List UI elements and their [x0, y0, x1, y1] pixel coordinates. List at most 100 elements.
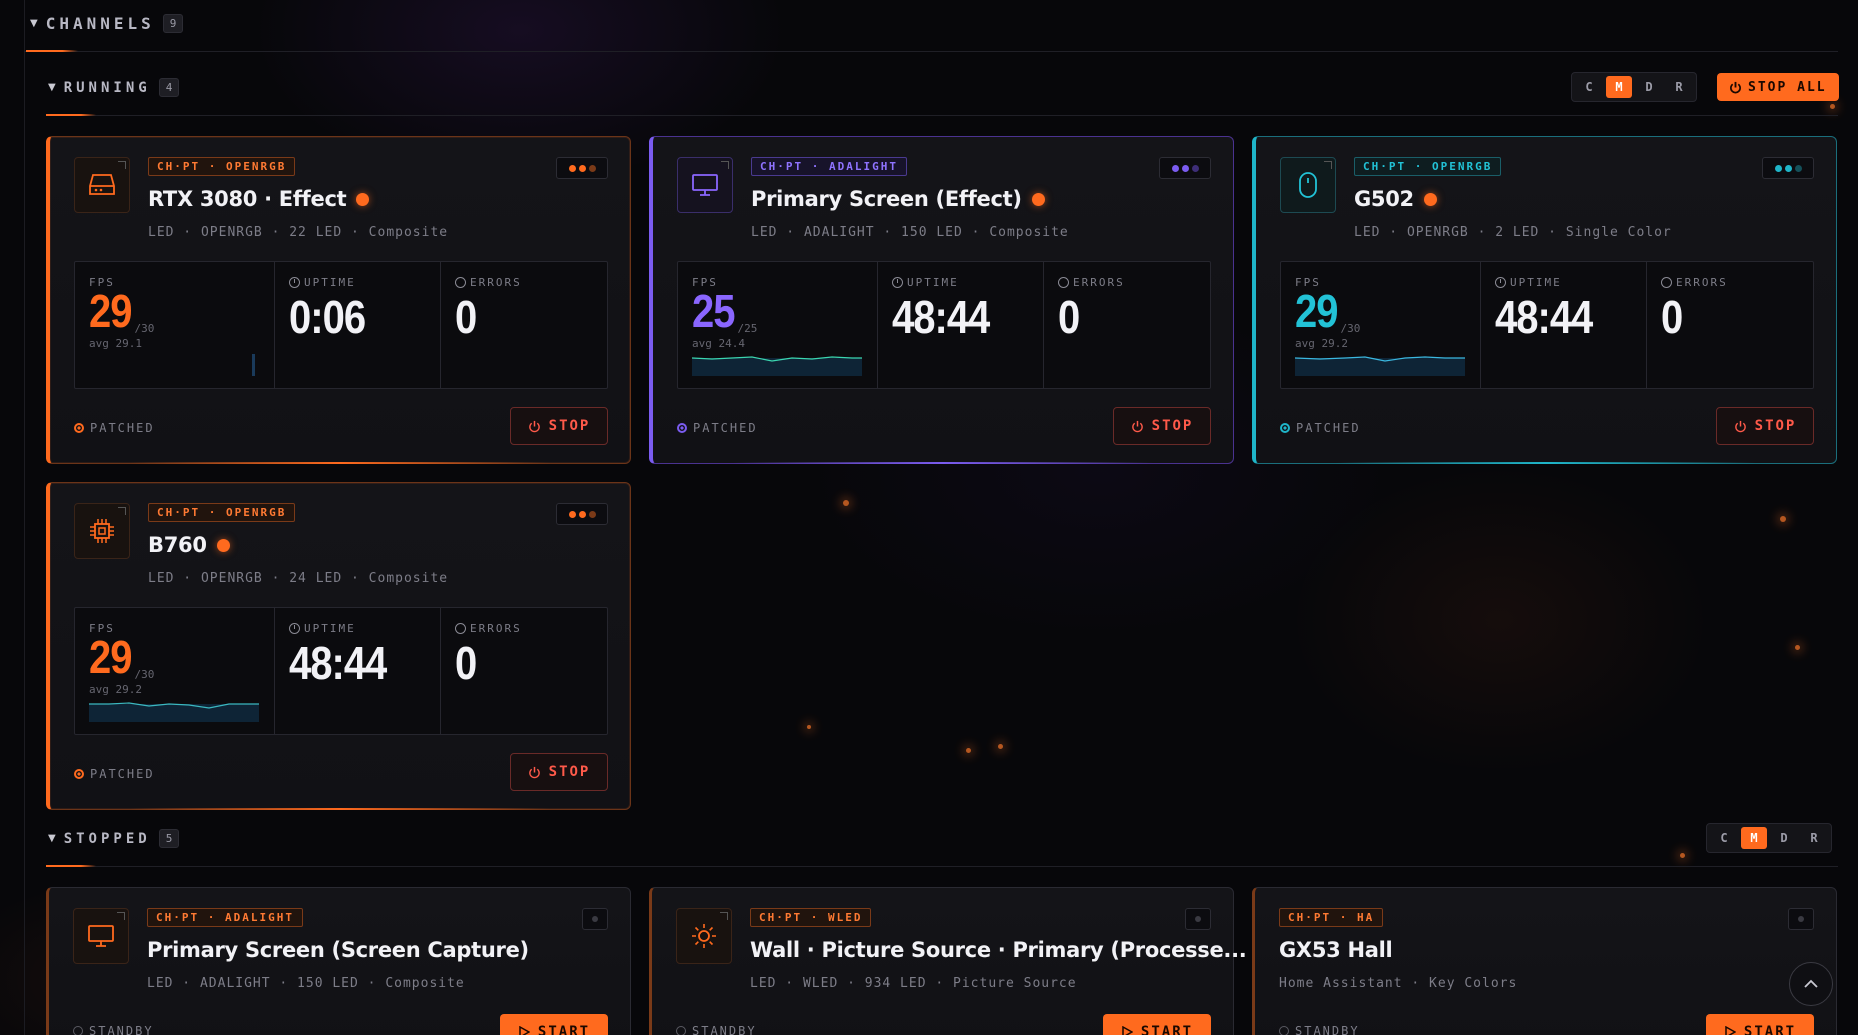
clock-icon — [289, 277, 300, 288]
stopped-header[interactable]: ▼ STOPPED 5 — [48, 829, 180, 848]
divider — [46, 866, 1838, 867]
channel-subtitle: LED · WLED · 934 LED · Picture Source — [750, 976, 1077, 991]
left-rail — [24, 0, 25, 1035]
play-icon — [519, 1026, 530, 1035]
play-icon — [1122, 1026, 1133, 1035]
scroll-to-top-button[interactable] — [1789, 962, 1833, 1006]
activity-dots[interactable] — [1185, 908, 1211, 930]
stop-all-label: STOP ALL — [1748, 79, 1827, 95]
patch-status: PATCHED — [74, 421, 155, 435]
fps-stat: FPS 29/30 avg 29.2 — [75, 608, 275, 734]
uptime-label: UPTIME — [304, 276, 356, 289]
running-count: 4 — [158, 78, 180, 97]
channel-card-rtx3080[interactable]: CH·PT · OPENRGB RTX 3080 · Effect LED · … — [46, 136, 631, 464]
standby-status: STANDBY — [676, 1024, 757, 1035]
check-circle-icon — [455, 623, 466, 634]
channel-tag: CH·PT · OPENRGB — [148, 503, 296, 522]
fps-max: /30 — [1340, 322, 1361, 335]
live-indicator — [1423, 192, 1437, 206]
power-icon — [1734, 420, 1746, 432]
stop-button[interactable]: STOP — [510, 753, 608, 791]
errors-stat: ERRORS 0 — [441, 608, 607, 734]
uptime-value: 48:44 — [892, 292, 990, 344]
channel-card-gx53-hall[interactable]: CH·PT · HA GX53 Hall Home Assistant · Ke… — [1252, 887, 1837, 1035]
patched-indicator-icon — [74, 769, 84, 779]
view-mode-m[interactable]: M — [1741, 827, 1767, 849]
stop-button[interactable]: STOP — [1716, 407, 1814, 445]
stop-button[interactable]: STOP — [510, 407, 608, 445]
particle — [998, 744, 1003, 749]
channel-card-wall-picture-source[interactable]: CH·PT · WLED Wall · Picture Source · Pri… — [649, 887, 1247, 1035]
start-button[interactable]: START — [1103, 1014, 1211, 1035]
patched-indicator-icon — [1280, 423, 1290, 433]
channel-title: Wall · Picture Source · Primary (Process… — [750, 938, 1247, 962]
view-mode-c[interactable]: C — [1576, 76, 1602, 98]
view-mode-r[interactable]: R — [1666, 76, 1692, 98]
particle — [966, 748, 971, 753]
channel-subtitle: LED · OPENRGB · 24 LED · Composite — [148, 571, 449, 586]
play-icon — [1725, 1026, 1736, 1035]
power-icon — [528, 420, 540, 432]
errors-label: ERRORS — [470, 622, 522, 635]
power-icon — [528, 766, 540, 778]
activity-dots[interactable] — [556, 157, 608, 179]
divider — [24, 51, 1838, 52]
accent-underline — [46, 114, 96, 116]
fps-stat: FPS 29/30 avg 29.2 — [1281, 262, 1481, 388]
errors-label: ERRORS — [1676, 276, 1728, 289]
stats-panel: FPS 29/30 avg 29.2 UPTIME 48:44 ERRORS 0 — [74, 607, 608, 735]
monitor-icon — [677, 157, 733, 213]
mouse-icon — [1280, 157, 1336, 213]
view-mode-c[interactable]: C — [1711, 827, 1737, 849]
channels-title: CHANNELS — [45, 14, 155, 33]
gpu-icon — [74, 157, 130, 213]
uptime-label: UPTIME — [907, 276, 959, 289]
collapse-caret-icon[interactable]: ▼ — [30, 18, 38, 29]
fps-sparkline — [692, 356, 862, 376]
errors-stat: ERRORS 0 — [1044, 262, 1210, 388]
standby-status: STANDBY — [1279, 1024, 1360, 1035]
fps-sparkline — [89, 702, 259, 722]
chip-icon — [74, 503, 130, 559]
check-circle-icon — [1661, 277, 1672, 288]
fps-avg: avg 29.1 — [89, 337, 142, 350]
channel-card-primary-screen-effect[interactable]: CH·PT · ADALIGHT Primary Screen (Effect)… — [649, 136, 1234, 464]
fps-avg: avg 24.4 — [692, 337, 745, 350]
uptime-stat: UPTIME 0:06 — [275, 262, 441, 388]
running-header[interactable]: ▼ RUNNING 4 — [48, 78, 180, 97]
view-mode-r[interactable]: R — [1801, 827, 1827, 849]
start-button[interactable]: START — [1706, 1014, 1814, 1035]
chevron-up-icon — [1804, 979, 1818, 988]
channel-card-primary-screen-capture[interactable]: CH·PT · ADALIGHT Primary Screen (Screen … — [46, 887, 631, 1035]
particle — [1830, 104, 1835, 109]
activity-dots[interactable] — [582, 908, 608, 930]
live-indicator — [1031, 192, 1045, 206]
channel-subtitle: Home Assistant · Key Colors — [1279, 976, 1518, 991]
collapse-caret-icon[interactable]: ▼ — [48, 833, 56, 844]
activity-dots[interactable] — [1159, 157, 1211, 179]
activity-dots[interactable] — [1788, 908, 1814, 930]
errors-value: 0 — [455, 638, 477, 690]
stop-button[interactable]: STOP — [1113, 407, 1211, 445]
activity-dots[interactable] — [1762, 157, 1814, 179]
accent-underline — [26, 50, 78, 52]
start-button[interactable]: START — [500, 1014, 608, 1035]
uptime-value: 48:44 — [289, 638, 387, 690]
channel-card-g502[interactable]: CH·PT · OPENRGB G502 LED · OPENRGB · 2 L… — [1252, 136, 1837, 464]
channel-card-b760[interactable]: CH·PT · OPENRGB B760 LED · OPENRGB · 24 … — [46, 482, 631, 810]
channel-title: RTX 3080 · Effect — [148, 187, 370, 211]
channels-header[interactable]: ▼ CHANNELS 9 — [30, 14, 184, 33]
fps-value: 25 — [692, 286, 735, 338]
channel-title: GX53 Hall — [1279, 938, 1393, 962]
view-mode-d[interactable]: D — [1636, 76, 1662, 98]
channel-title: G502 — [1354, 187, 1437, 211]
stop-all-button[interactable]: STOP ALL — [1717, 73, 1839, 101]
activity-dots[interactable] — [556, 503, 608, 525]
view-mode-d[interactable]: D — [1771, 827, 1797, 849]
running-title: RUNNING — [63, 79, 151, 96]
patched-indicator-icon — [74, 423, 84, 433]
view-mode-m[interactable]: M — [1606, 76, 1632, 98]
channel-title: B760 — [148, 533, 230, 557]
standby-status: STANDBY — [73, 1024, 154, 1035]
collapse-caret-icon[interactable]: ▼ — [48, 82, 56, 93]
